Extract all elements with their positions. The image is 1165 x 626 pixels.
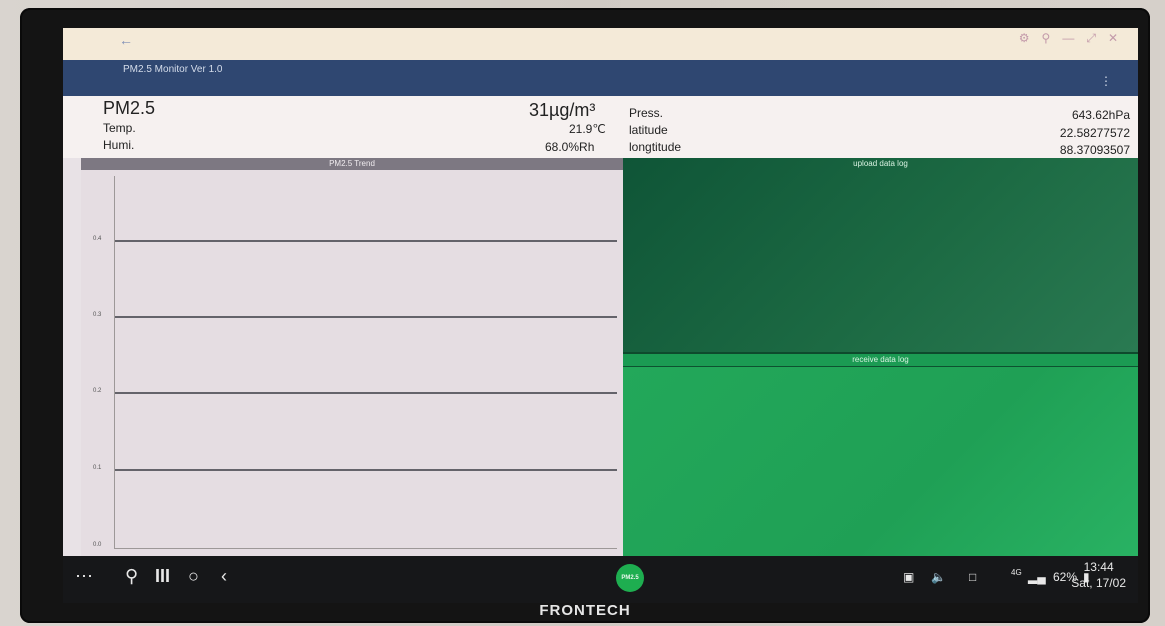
y-tick-label: 0.3 xyxy=(93,312,102,318)
clock-time: 13:44 xyxy=(1083,560,1114,574)
lon-value: 88.37093507 xyxy=(1059,143,1130,157)
trend-chart: PM2.5 Trend 0.4 0.3 0.2 0.1 0.0 xyxy=(81,158,623,556)
gridline xyxy=(115,240,617,242)
y-tick-label: 0.4 xyxy=(93,236,102,242)
pm25-app-icon[interactable]: PM2.5 xyxy=(616,564,644,592)
clock[interactable]: 13:44 Sat, 17/02 xyxy=(1071,560,1126,590)
app-title: PM2.5 Monitor Ver 1.0 xyxy=(123,64,223,75)
log-panels: upload data log receive data log xyxy=(623,158,1138,558)
trend-title: PM2.5 Trend xyxy=(81,158,623,170)
pm25-label: PM2.5 xyxy=(103,98,156,118)
temp-label: Temp. xyxy=(103,121,136,135)
y-tick-label: 0.1 xyxy=(93,465,102,471)
screen: ← ⚙ ⚲ — ⤢ ✕ PM2.5 Monitor Ver 1.0 ⋮ PM2.… xyxy=(63,28,1138,603)
back-icon[interactable]: ‹ xyxy=(221,567,227,585)
app-grid-icon[interactable]: ⋯ xyxy=(75,567,93,585)
screenshot-icon[interactable]: ▣ xyxy=(903,570,914,584)
title-bar: ← ⚙ ⚲ — ⤢ ✕ xyxy=(63,28,1138,60)
press-label: Press. xyxy=(629,106,664,120)
home-icon[interactable]: ○ xyxy=(188,567,199,585)
upload-log-panel[interactable]: upload data log xyxy=(623,158,1138,352)
lat-label: latitude xyxy=(629,123,668,137)
upload-log-title: upload data log xyxy=(853,159,908,168)
y-tick-label: 0.2 xyxy=(93,388,102,394)
trend-plot-area: 0.4 0.3 0.2 0.1 0.0 xyxy=(93,176,617,549)
readings-panel: PM2.5 31µg/m³ Temp. 21.9℃ Humi. 68.0%Rh … xyxy=(63,96,1138,158)
back-arrow-icon[interactable]: ← xyxy=(119,32,133,48)
y-tick-label: 0.0 xyxy=(93,542,102,548)
gridline xyxy=(115,469,617,471)
humi-value: 68.0%Rh xyxy=(545,140,595,154)
close-icon[interactable]: ✕ xyxy=(1108,31,1118,46)
receive-log-title: receive data log xyxy=(623,354,1138,367)
gridline xyxy=(115,316,617,318)
signal-icon: ▂▄ xyxy=(1028,570,1046,584)
gridline xyxy=(115,392,617,394)
recent-apps-icon[interactable]: III xyxy=(155,567,170,585)
network-type: 4G xyxy=(1011,568,1022,577)
resize-icon[interactable]: ⤢ xyxy=(1086,31,1096,46)
notification-icon[interactable]: □ xyxy=(969,570,976,584)
search-icon[interactable]: ⚲ xyxy=(125,567,138,585)
temp-value: 21.9℃ xyxy=(569,122,606,136)
clock-date: Sat, 17/02 xyxy=(1071,576,1126,590)
receive-log-panel[interactable]: receive data log xyxy=(623,352,1138,558)
monitor-bezel: ← ⚙ ⚲ — ⤢ ✕ PM2.5 Monitor Ver 1.0 ⋮ PM2.… xyxy=(20,8,1150,623)
app-bar: PM2.5 Monitor Ver 1.0 ⋮ xyxy=(63,60,1138,96)
lon-label: longtitude xyxy=(629,140,682,154)
volume-icon[interactable]: 🔈 xyxy=(931,570,946,584)
pm25-value: 31µg/m³ xyxy=(529,100,596,120)
taskbar: ⋯ ⚲ III ○ ‹ PM2.5 ▣ 🔈 □ 4G ▂▄ 62% ▮ 13:4… xyxy=(63,556,1138,603)
lat-value: 22.58277572 xyxy=(1059,126,1130,140)
settings-icon[interactable]: ⚙ xyxy=(1019,31,1030,46)
press-value: 643.62hPa xyxy=(1071,108,1130,122)
humi-label: Humi. xyxy=(103,138,135,152)
pin-icon[interactable]: ⚲ xyxy=(1042,31,1051,46)
minimize-icon[interactable]: — xyxy=(1062,31,1074,46)
monitor-brand-logo: FRONTECH xyxy=(539,602,631,619)
window-controls: ⚙ ⚲ — ⤢ ✕ xyxy=(1019,31,1118,46)
overflow-menu-icon[interactable]: ⋮ xyxy=(1100,74,1112,88)
